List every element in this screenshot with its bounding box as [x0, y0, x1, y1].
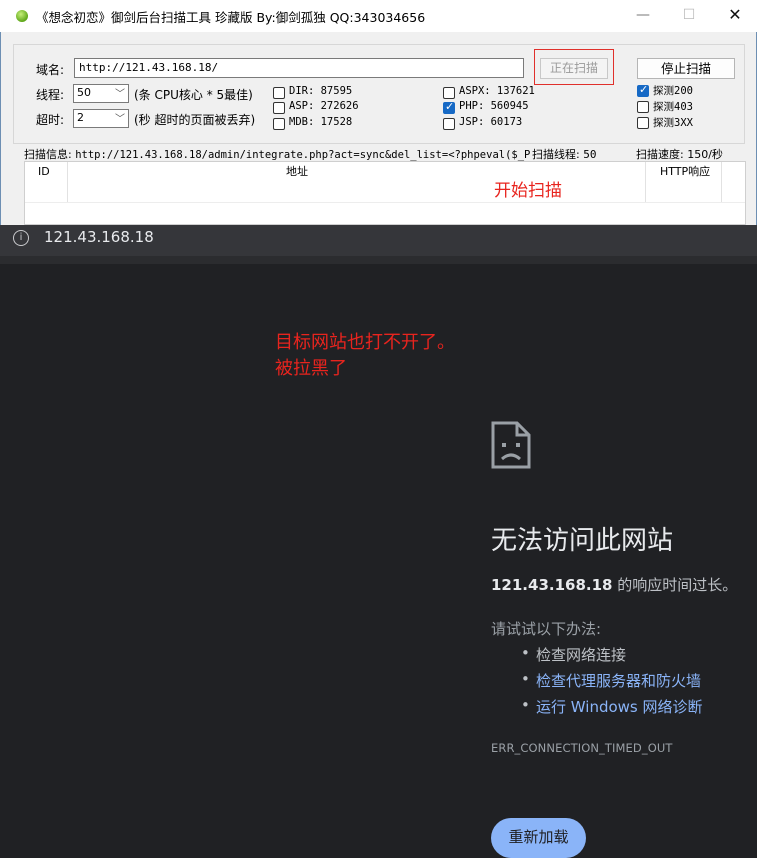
mdb-dict-checkbox[interactable]	[273, 118, 285, 130]
probe-200-label: 探测200	[653, 85, 693, 97]
php-dict-checkbox[interactable]	[443, 100, 455, 114]
jsp-dict-label: JSP: 60173	[459, 116, 523, 128]
dir-dict-label: DIR: 87595	[289, 85, 353, 97]
stop-scan-button[interactable]: 停止扫描	[637, 58, 735, 79]
results-table[interactable]	[24, 161, 746, 225]
column-header-id[interactable]: ID	[38, 161, 50, 183]
asp-dict-checkbox[interactable]	[273, 102, 285, 114]
minimize-button[interactable]: —	[620, 0, 666, 32]
column-divider	[721, 162, 722, 202]
threads-select[interactable]: 50 ﹀	[73, 84, 129, 103]
threads-label: 线程:	[36, 88, 65, 102]
app-icon	[16, 10, 28, 22]
timeout-label: 超时:	[36, 113, 65, 127]
aspx-dict-label: ASPX: 137621	[459, 85, 535, 97]
scan-threads: 扫描线程: 50	[530, 146, 597, 162]
error-suffix: 的响应时间过长。	[612, 576, 738, 594]
probe-403-label: 探测403	[653, 101, 693, 113]
sad-page-icon	[491, 421, 531, 469]
row-divider	[25, 202, 745, 203]
probe-3xx-label: 探测3XX	[653, 117, 693, 129]
column-header-http[interactable]: HTTP响应	[660, 161, 710, 183]
chevron-down-icon: ﹀	[115, 114, 125, 125]
scan-threads-value: 50	[583, 148, 597, 161]
scan-speed: 扫描速度: 150/秒	[636, 148, 723, 161]
annotation-start-scan: 开始扫描	[494, 181, 562, 201]
toolbar-strip	[0, 256, 757, 264]
annotation-line-2: 被拉黑了	[275, 358, 347, 379]
scan-info-value: http://121.43.168.18/admin/integrate.php…	[75, 149, 531, 161]
suggestion-check-network: 检查网络连接	[536, 646, 627, 664]
suggestion-run-diagnostics-link[interactable]: 运行 Windows 网络诊断	[536, 696, 703, 717]
suggestion-check-proxy-link[interactable]: 检查代理服务器和防火墙	[536, 670, 701, 691]
scan-threads-label: 扫描线程:	[532, 148, 580, 161]
error-title: 无法访问此网站	[491, 526, 674, 556]
try-title: 请试试以下办法:	[491, 620, 602, 638]
jsp-dict-checkbox[interactable]	[443, 118, 455, 130]
timeout-select-value: 2	[77, 111, 84, 124]
error-description: 121.43.168.18 的响应时间过长。	[491, 574, 737, 595]
close-button[interactable]: ✕	[712, 0, 757, 32]
dir-dict-checkbox[interactable]	[273, 87, 285, 99]
address-url[interactable]: 121.43.168.18	[44, 228, 154, 246]
domain-label: 域名:	[36, 63, 65, 77]
threads-select-value: 50	[77, 86, 91, 99]
column-divider	[645, 162, 646, 202]
aspx-dict-checkbox[interactable]	[443, 87, 455, 99]
maximize-button[interactable]: ☐	[666, 0, 712, 32]
timeout-hint: (秒 超时的页面被丢弃)	[134, 113, 256, 127]
probe-3xx-checkbox[interactable]	[637, 117, 649, 129]
bullet: •	[521, 670, 530, 688]
mdb-dict-label: MDB: 17528	[289, 116, 353, 128]
scan-button[interactable]: 正在扫描	[540, 58, 608, 79]
column-divider	[67, 162, 68, 202]
annotation-blocked: 目标网站也打不开了。 被拉黑了	[275, 330, 455, 382]
probe-200-checkbox[interactable]	[637, 83, 649, 97]
chevron-down-icon: ﹀	[115, 89, 125, 100]
column-header-address[interactable]: 地址	[286, 161, 308, 183]
asp-dict-label: ASP: 272626	[289, 100, 359, 112]
bullet: •	[521, 696, 530, 714]
php-dict-label: PHP: 560945	[459, 100, 529, 112]
reload-button[interactable]: 重新加载	[491, 818, 586, 858]
error-host: 121.43.168.18	[491, 576, 613, 594]
info-icon[interactable]: i	[13, 230, 29, 246]
scan-info-label: 扫描信息:	[24, 148, 72, 161]
probe-403-checkbox[interactable]	[637, 101, 649, 113]
threads-hint: (条 CPU核心 * 5最佳)	[134, 88, 253, 102]
domain-input[interactable]: http://121.43.168.18/	[74, 58, 524, 78]
annotation-line-1: 目标网站也打不开了。	[275, 332, 455, 353]
bullet: •	[521, 644, 530, 662]
timeout-select[interactable]: 2 ﹀	[73, 109, 129, 128]
error-code: ERR_CONNECTION_TIMED_OUT	[491, 741, 673, 755]
window-title: 《想念初恋》御剑后台扫描工具 珍藏版 By:御剑孤独 QQ:343034656	[36, 10, 426, 25]
